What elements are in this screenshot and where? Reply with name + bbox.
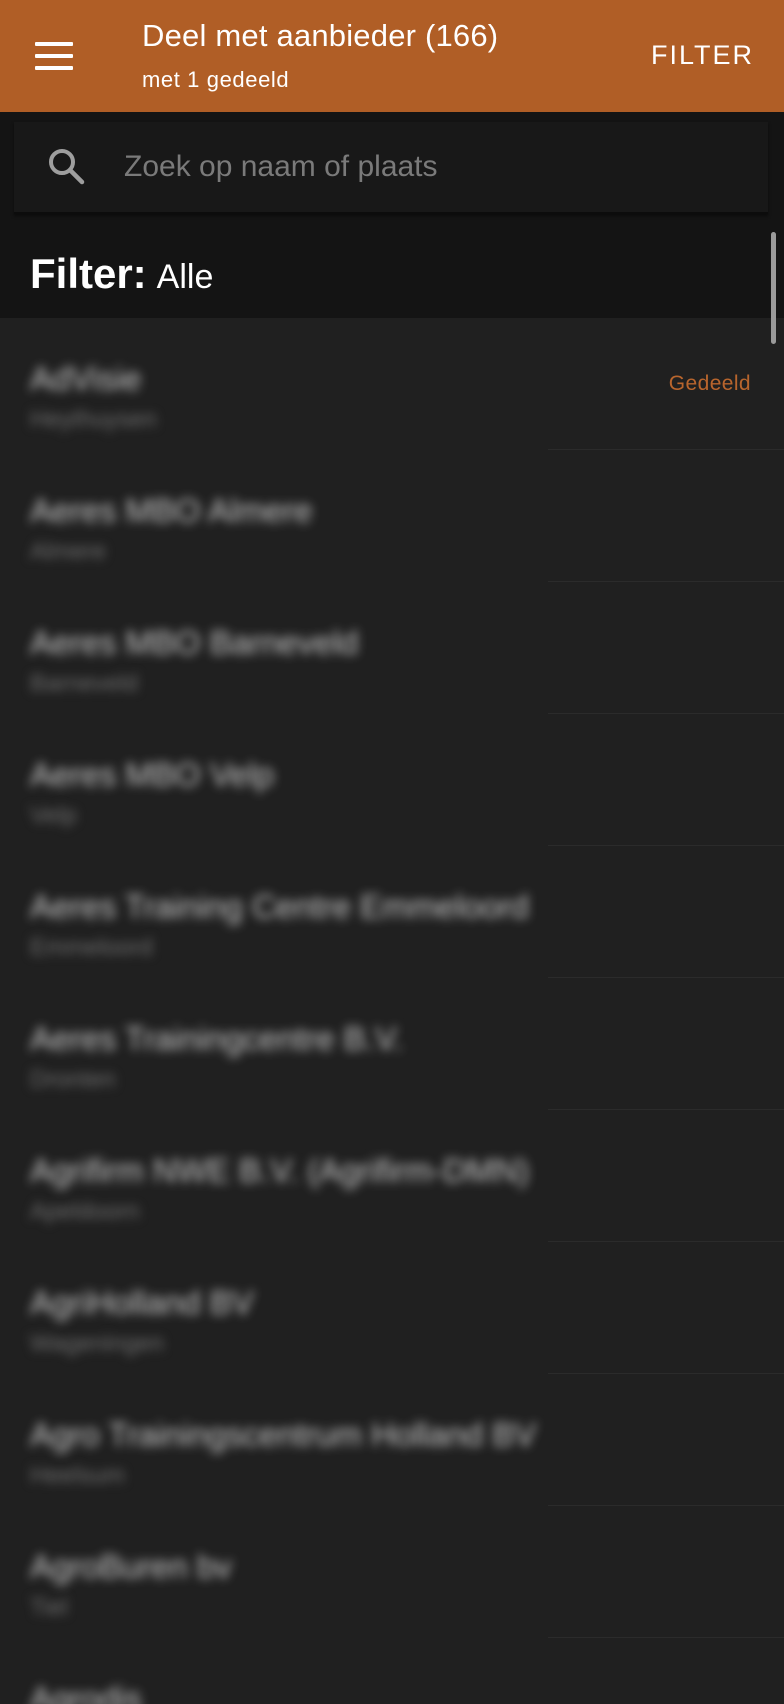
provider-name: Aeres MBO Velp (30, 756, 274, 793)
search-input[interactable] (124, 142, 724, 192)
provider-name: Aeres Training Centre Emmeloord (30, 888, 529, 925)
provider-list: AdVisie Heythuysen Gedeeld Aeres MBO Almere… (0, 318, 784, 1704)
list-item[interactable]: AgroBuren bv Tiel (0, 1506, 784, 1638)
filter-label: Filter: (30, 250, 147, 297)
list-item[interactable]: Aeres MBO Almere Almere (0, 450, 784, 582)
provider-name: Aeres MBO Almere (30, 492, 313, 529)
provider-city: Almere (30, 538, 107, 565)
app-screen: Deel met aanbieder (166) met 1 gedeeld F… (0, 0, 784, 1704)
provider-city: Tiel (30, 1594, 68, 1621)
list-item[interactable]: Aeres Trainingcentre B.V. Dronten (0, 978, 784, 1110)
page-title: Deel met aanbieder (166) (142, 18, 499, 53)
provider-name: AgriHolland BV (30, 1284, 254, 1321)
provider-name: Agrifirm NWE B.V. (Agrifirm-DMN) (30, 1152, 530, 1189)
search-bar[interactable] (14, 122, 768, 214)
provider-city: Apeldoorn (30, 1198, 140, 1225)
provider-name: Agro Trainingscentrum Holland BV (30, 1416, 537, 1453)
menu-button[interactable] (24, 30, 84, 82)
provider-city: Dronten (30, 1066, 116, 1093)
provider-city: Emmeloord (30, 934, 153, 961)
list-item[interactable]: Aeres Training Centre Emmeloord Emmeloord (0, 846, 784, 978)
provider-city: Velp (30, 802, 77, 829)
hamburger-menu-icon (35, 42, 73, 70)
provider-name: Agrodis (30, 1680, 142, 1704)
filter-value: Alle (156, 258, 214, 296)
provider-name: AgroBuren bv (30, 1548, 232, 1585)
active-filter: Filter: Alle (30, 250, 213, 298)
provider-city: Heelsum (30, 1462, 125, 1489)
provider-city: Barneveld (30, 670, 139, 697)
list-item[interactable]: AgriHolland BV Wageningen (0, 1242, 784, 1374)
app-bar: Deel met aanbieder (166) met 1 gedeeld F… (0, 0, 784, 112)
provider-city: Wageningen (30, 1330, 164, 1357)
provider-name: Aeres Trainingcentre B.V. (30, 1020, 403, 1057)
search-icon (49, 149, 85, 185)
list-item[interactable]: Agro Trainingscentrum Holland BV Heelsum (0, 1374, 784, 1506)
list-item[interactable]: Agrodis (0, 1638, 784, 1704)
provider-name: Aeres MBO Barneveld (30, 624, 359, 661)
list-item[interactable]: Aeres MBO Velp Velp (0, 714, 784, 846)
page-subtitle: met 1 gedeeld (142, 67, 290, 92)
search-region: Filter:Alle (0, 112, 784, 344)
list-item[interactable]: Aeres MBO Barneveld Barneveld (0, 582, 784, 714)
filter-button[interactable]: FILTER (651, 40, 754, 71)
list-item[interactable]: AdVisie Heythuysen Gedeeld (0, 318, 784, 450)
list-item[interactable]: Agrifirm NWE B.V. (Agrifirm-DMN) Apeldoor… (0, 1110, 784, 1242)
shared-status-label: Gedeeld (668, 372, 751, 395)
provider-name: AdVisie (30, 360, 142, 397)
provider-city: Heythuysen (30, 406, 157, 433)
